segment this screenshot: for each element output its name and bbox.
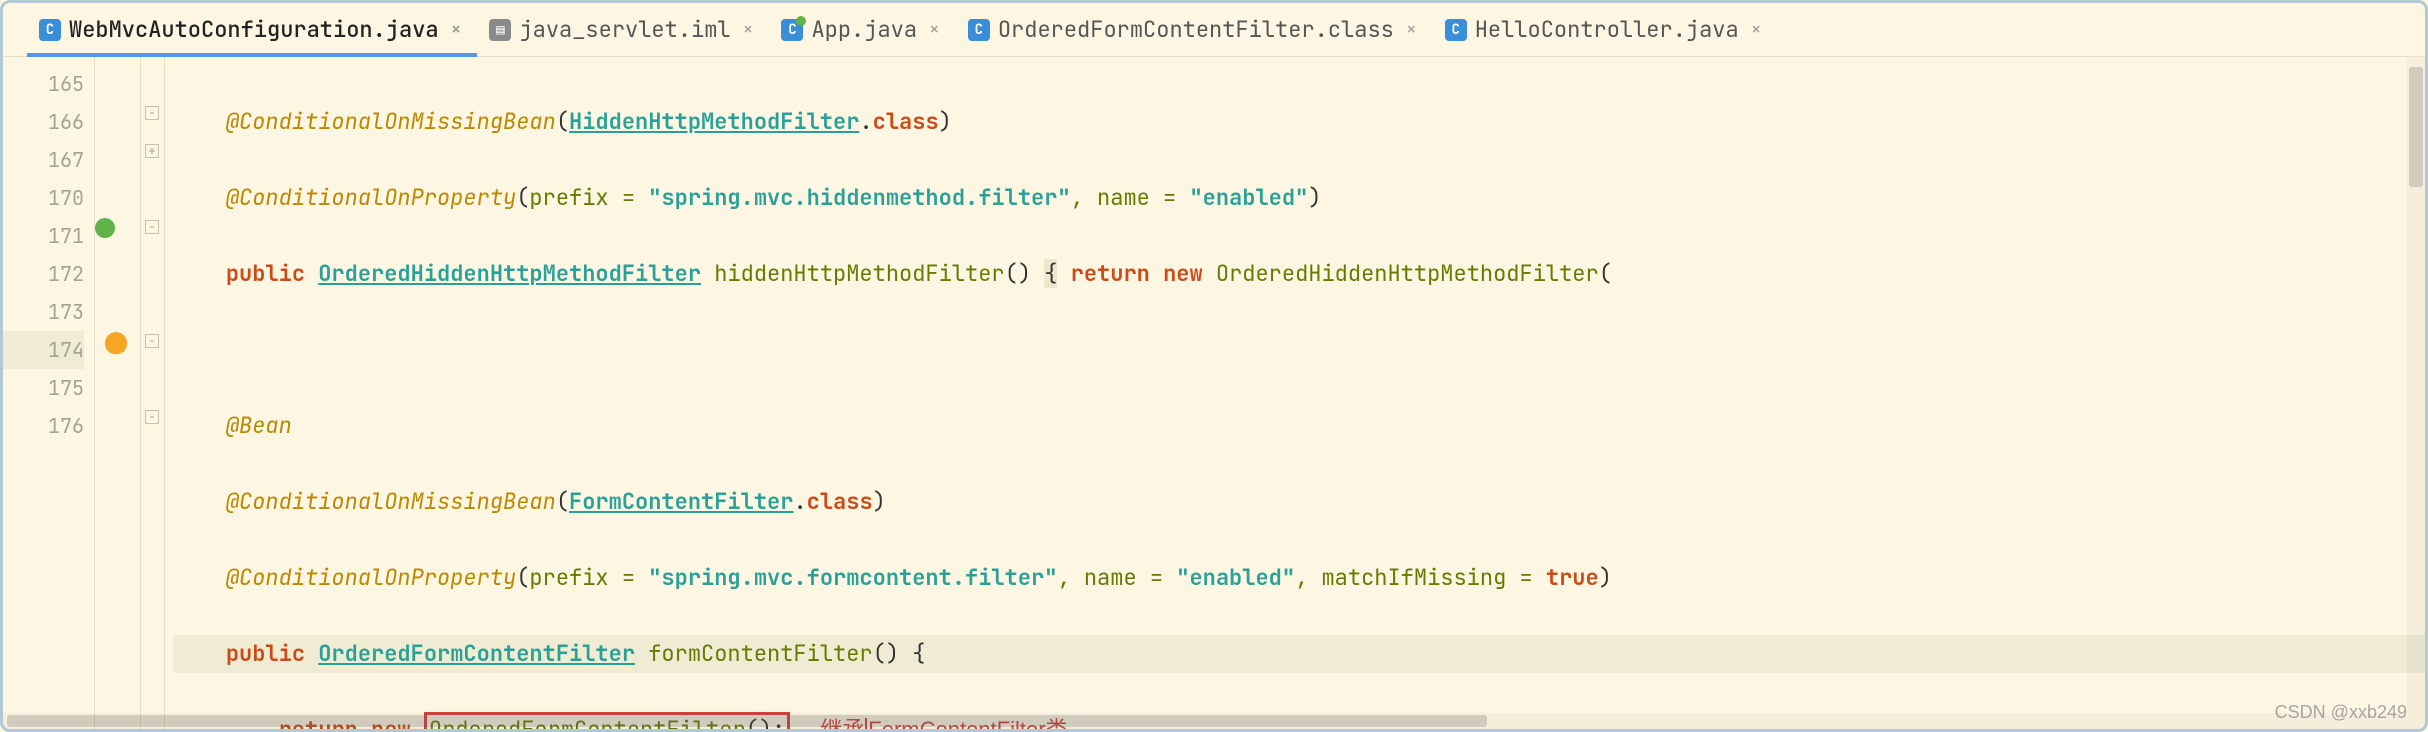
line-number-gutter: 165 166 167 170 171 172 173 174 175 176 bbox=[3, 57, 95, 729]
spring-bean-icon[interactable] bbox=[95, 218, 115, 238]
class-icon: C bbox=[968, 19, 990, 41]
scrollbar-vertical[interactable] bbox=[2407, 57, 2425, 729]
close-icon[interactable]: × bbox=[1747, 18, 1766, 41]
tab-hello[interactable]: C HelloController.java × bbox=[1433, 3, 1778, 56]
editor-window: C WebMvcAutoConfiguration.java × ▤ java_… bbox=[0, 0, 2428, 732]
code-line: @ConditionalOnMissingBean(HiddenHttpMeth… bbox=[173, 103, 2425, 141]
tab-label: WebMvcAutoConfiguration.java bbox=[69, 15, 439, 44]
fold-handle-icon[interactable]: − bbox=[145, 334, 159, 348]
code-line: @Bean bbox=[173, 407, 2425, 445]
intention-bulb-icon[interactable] bbox=[105, 332, 127, 354]
line-number: 174 bbox=[3, 331, 84, 369]
tab-label: OrderedFormContentFilter.class bbox=[998, 15, 1394, 44]
tab-label: HelloController.java bbox=[1475, 15, 1739, 44]
close-icon[interactable]: × bbox=[739, 18, 758, 41]
tab-label: App.java bbox=[811, 15, 917, 44]
line-number: 170 bbox=[3, 179, 84, 217]
fold-column: − + − − − bbox=[141, 57, 165, 729]
line-number: 166 bbox=[3, 103, 84, 141]
scrollbar-thumb[interactable] bbox=[2409, 67, 2423, 187]
scrollbar-horizontal[interactable] bbox=[3, 713, 2407, 729]
close-icon[interactable]: × bbox=[925, 18, 944, 41]
tab-bar: C WebMvcAutoConfiguration.java × ▤ java_… bbox=[3, 3, 2425, 57]
fold-handle-icon[interactable]: − bbox=[145, 220, 159, 234]
tab-app[interactable]: C App.java × bbox=[769, 3, 955, 56]
close-icon[interactable]: × bbox=[1402, 18, 1421, 41]
line-number: 165 bbox=[3, 65, 84, 103]
gutter-icons bbox=[95, 57, 141, 729]
class-icon: C bbox=[1445, 19, 1467, 41]
close-icon[interactable]: × bbox=[447, 18, 466, 41]
line-number: 173 bbox=[3, 293, 84, 331]
code-line: @ConditionalOnMissingBean(FormContentFil… bbox=[173, 483, 2425, 521]
class-icon: C bbox=[39, 19, 61, 41]
fold-handle-icon[interactable]: + bbox=[145, 144, 159, 158]
fold-handle-icon[interactable]: − bbox=[145, 106, 159, 120]
code-line: public OrderedHiddenHttpMethodFilter hid… bbox=[173, 255, 2425, 293]
code-line: @ConditionalOnProperty(prefix = "spring.… bbox=[173, 559, 2425, 597]
line-number: 176 bbox=[3, 407, 84, 445]
code-line: public OrderedFormContentFilter formCont… bbox=[173, 635, 2425, 673]
tab-label: java_servlet.iml bbox=[519, 15, 730, 44]
tab-iml[interactable]: ▤ java_servlet.iml × bbox=[477, 3, 769, 56]
fold-handle-icon[interactable]: − bbox=[145, 410, 159, 424]
scrollbar-thumb[interactable] bbox=[7, 715, 1487, 727]
tab-ofcf[interactable]: C OrderedFormContentFilter.class × bbox=[956, 3, 1433, 56]
watermark: CSDN @xxb249 bbox=[2275, 702, 2407, 723]
line-number: 175 bbox=[3, 369, 84, 407]
class-icon: C bbox=[781, 19, 803, 41]
line-number: 172 bbox=[3, 255, 84, 293]
file-icon: ▤ bbox=[489, 19, 511, 41]
code-content[interactable]: @ConditionalOnMissingBean(HiddenHttpMeth… bbox=[165, 57, 2425, 729]
line-number: 171 bbox=[3, 217, 84, 255]
code-line: @ConditionalOnProperty(prefix = "spring.… bbox=[173, 179, 2425, 217]
code-line bbox=[173, 331, 2425, 369]
code-area: 165 166 167 170 171 172 173 174 175 176 … bbox=[3, 57, 2425, 729]
line-number: 167 bbox=[3, 141, 84, 179]
tab-webmvc[interactable]: C WebMvcAutoConfiguration.java × bbox=[27, 3, 477, 56]
